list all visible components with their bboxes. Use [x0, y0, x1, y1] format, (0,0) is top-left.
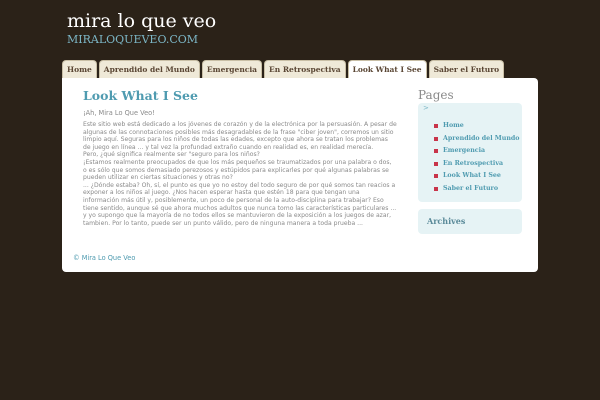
tab-emergencia[interactable]: Emergencia — [201, 60, 263, 78]
pages-widget: > Home Aprendido del Mundo Emergencia En… — [418, 103, 522, 202]
site-title[interactable]: mira lo que veo — [67, 10, 216, 32]
tab-en-retrospectiva[interactable]: En Retrospectiva — [264, 60, 346, 78]
arrow-icon: > — [423, 104, 429, 112]
bullet-icon — [434, 149, 438, 154]
post-paragraph: ... ¿Dónde estaba? Oh, sí, el punto es q… — [83, 181, 397, 227]
archives-heading: Archives — [427, 216, 466, 226]
post-subtitle: ¡Ah, Mira Lo Que Veo! — [83, 109, 155, 117]
tab-home[interactable]: Home — [62, 60, 97, 78]
bullet-icon — [434, 136, 438, 141]
pages-item-emergencia[interactable]: Emergencia — [434, 145, 520, 158]
post-paragraph: ¡Estamos realmente preocupados de que lo… — [83, 158, 392, 182]
pages-item-label[interactable]: Aprendido del Mundo — [443, 133, 520, 145]
pages-list: Home Aprendido del Mundo Emergencia En R… — [434, 120, 520, 195]
post-body: Este sitio web está dedicado a los jóven… — [83, 121, 397, 227]
post-paragraph: Pero, ¿qué significa realmente ser "segu… — [83, 151, 260, 159]
post-title[interactable]: Look What I See — [83, 88, 198, 103]
pages-item-look-what-i-see[interactable]: Look What I See — [434, 170, 520, 183]
post-paragraph: Este sitio web está dedicado a los jóven… — [83, 121, 397, 151]
content-panel: Look What I See ¡Ah, Mira Lo Que Veo! Es… — [62, 78, 538, 272]
tab-look-what-i-see[interactable]: Look What I See — [347, 60, 427, 78]
pages-item-label[interactable]: En Retrospectiva — [443, 158, 503, 170]
main-nav: Home Aprendido del Mundo Emergencia En R… — [62, 60, 505, 78]
pages-item-label[interactable]: Home — [443, 120, 464, 132]
pages-heading: Pages — [418, 88, 454, 102]
tab-aprendido-del-mundo[interactable]: Aprendido del Mundo — [98, 60, 200, 78]
archives-widget: Archives — [418, 209, 522, 234]
bullet-icon — [434, 186, 438, 191]
bullet-icon — [434, 124, 438, 129]
pages-item-saber-el-futuro[interactable]: Saber el Futuro — [434, 183, 520, 196]
pages-item-home[interactable]: Home — [434, 120, 520, 133]
footer-copyright-link[interactable]: © Mira Lo Que Veo — [73, 254, 135, 262]
bullet-icon — [434, 174, 438, 179]
pages-item-label[interactable]: Emergencia — [443, 145, 485, 157]
pages-item-en-retrospectiva[interactable]: En Retrospectiva — [434, 158, 520, 171]
pages-item-label[interactable]: Look What I See — [443, 170, 501, 182]
pages-item-label[interactable]: Saber el Futuro — [443, 183, 498, 195]
tab-saber-el-futuro[interactable]: Saber el Futuro — [428, 60, 505, 78]
pages-item-aprendido-del-mundo[interactable]: Aprendido del Mundo — [434, 133, 520, 146]
site-subtitle[interactable]: MIRALOQUEVEO.COM — [67, 33, 198, 46]
bullet-icon — [434, 161, 438, 166]
